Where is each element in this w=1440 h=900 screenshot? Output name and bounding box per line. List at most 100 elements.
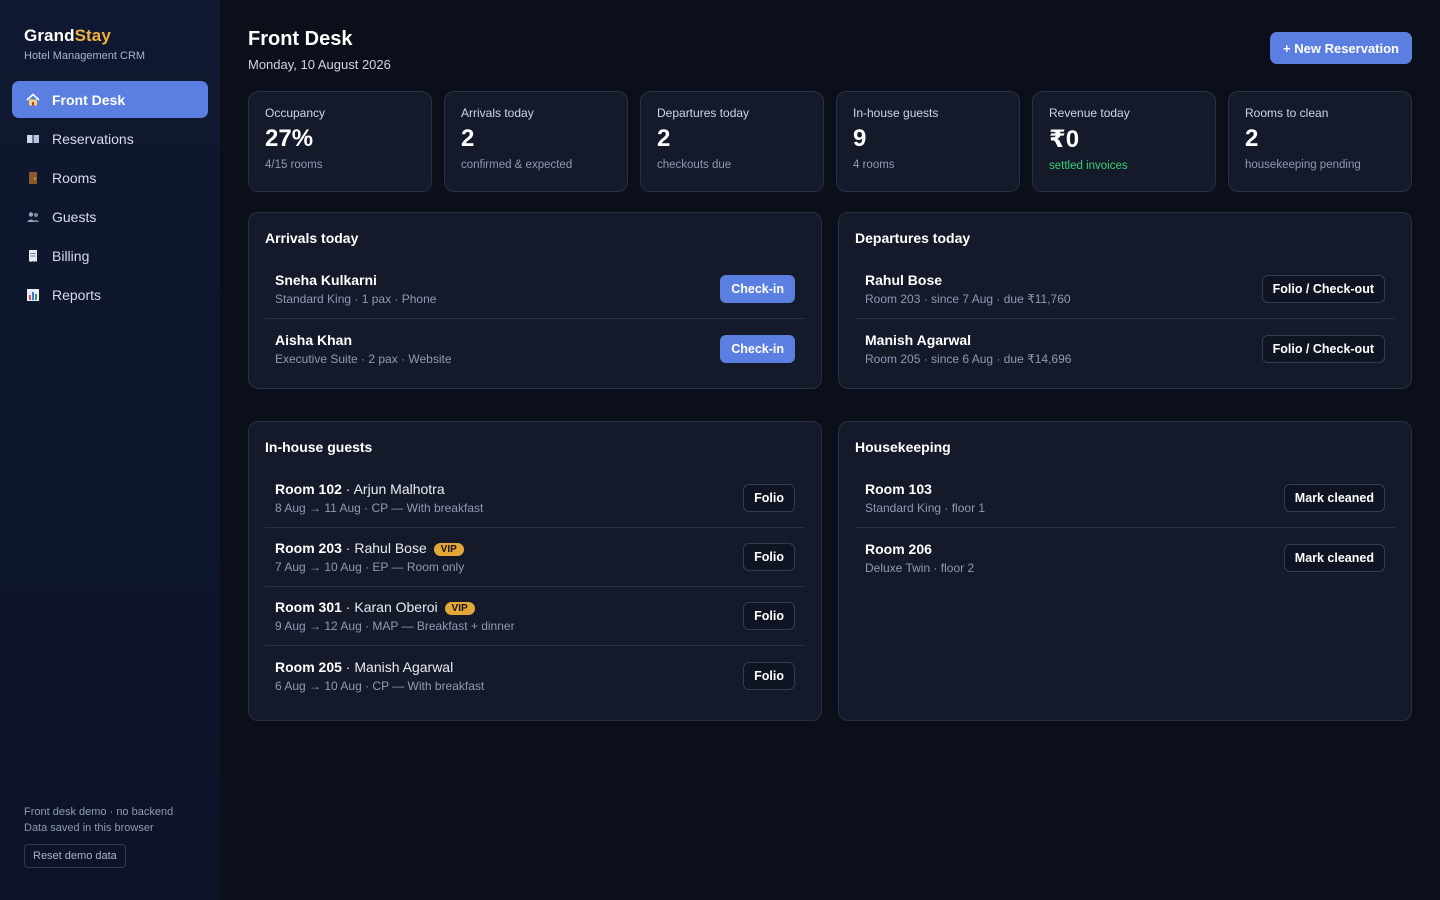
vip-badge: VIP [433,543,464,556]
sidebar-item-label: Reservations [52,130,134,147]
panels-bottom: In-house guests Room 102 · Arjun Malhotr… [248,421,1412,721]
inhouse-panel: In-house guests Room 102 · Arjun Malhotr… [248,421,822,721]
brand-subtitle: Hotel Management CRM [24,50,146,62]
departures-panel: Departures today Rahul Bose Room 203 · s… [838,212,1412,389]
housekeeping-panel: Housekeeping Room 103 Standard King · fl… [838,421,1412,721]
panels-top: Arrivals today Sneha Kulkarni Standard K… [248,212,1412,389]
brand-name: GrandStay [24,26,196,46]
stat-sub: settled invoices [1049,160,1128,172]
guest-name: Manish Agarwal [865,331,972,348]
list-item: Room 203 · Rahul Bose VIP 7 Aug → 10 Aug… [265,528,805,587]
sidebar: GrandStay Hotel Management CRM Front Des… [0,0,220,900]
new-reservation-button[interactable]: + New Reservation [1270,32,1412,64]
separator: · [341,658,355,675]
separator: · [341,481,354,497]
stat-label: Arrivals today [461,106,534,120]
arrival-detail: Executive Suite · 2 pax · Website [275,351,452,366]
stat-card-inhouse: In-house guests 9 4 rooms [836,91,1020,192]
arrival-detail: Standard King · 1 pax · Phone [275,292,437,306]
guest-name: Aisha Khan [275,331,353,348]
sidebar-item-guests[interactable]: Guests [12,198,208,235]
guest-name: Manish Agarwal [354,658,454,675]
folio-button[interactable]: Folio [743,602,795,630]
stay-detail: 7 Aug → 10 Aug · EP — Room only [275,560,465,574]
room-detail: Standard King · floor 1 [865,501,986,515]
stat-value: 9 [853,125,867,152]
departure-detail: Room 203 · since 7 Aug · due ₹11,760 [865,292,1071,306]
separator: · [341,540,355,556]
bar-chart-icon [26,288,40,302]
vip-badge: VIP [444,602,475,615]
stat-value: 27% [265,125,314,152]
panel-title: Housekeeping [855,439,951,455]
stat-sub: housekeeping pending [1245,159,1361,171]
list-item: Room 206 Deluxe Twin · floor 2 Mark clea… [855,528,1395,587]
room-number: Room 301 [275,599,342,615]
stat-label: Departures today [657,106,750,120]
list-item: Rahul Bose Room 203 · since 7 Aug · due … [855,260,1395,319]
stat-sub: 4/15 rooms [265,159,323,171]
room-number: Room 205 [275,658,342,675]
guest-name: Arjun Malhotra [353,481,445,497]
sidebar-item-billing[interactable]: Billing [12,237,208,274]
stat-card-revenue: Revenue today ₹0 settled invoices [1032,91,1216,192]
panel-title: Departures today [855,230,971,246]
mark-cleaned-button[interactable]: Mark cleaned [1283,543,1385,572]
folio-button[interactable]: Folio [743,661,795,690]
footer-note: Front desk demo · no backend [24,806,174,818]
departure-detail: Room 205 · since 6 Aug · due ₹14,696 [865,351,1072,366]
list-item: Sneha Kulkarni Standard King · 1 pax · P… [265,260,805,319]
folio-checkout-button[interactable]: Folio / Check-out [1261,334,1385,363]
room-number: Room 103 [865,481,932,497]
sidebar-item-label: Reports [52,286,102,303]
sidebar-item-front-desk[interactable]: Front Desk [12,81,208,118]
sidebar-item-label: Guests [52,208,97,225]
stats-row: Occupancy 27% 4/15 rooms Arrivals today … [248,91,1412,192]
check-in-button[interactable]: Check-in [720,275,795,303]
stat-card-departures: Departures today 2 checkouts due [640,91,824,192]
list-item: Room 103 Standard King · floor 1 Mark cl… [855,469,1395,528]
stay-detail: 9 Aug → 12 Aug · MAP — Breakfast + dinne… [275,619,515,633]
brand: GrandStay Hotel Management CRM [12,26,208,62]
sidebar-footer: Front desk demo · no backend Data saved … [24,804,173,868]
stat-label: Revenue today [1049,106,1130,120]
list-item: Aisha Khan Executive Suite · 2 pax · Web… [265,319,805,378]
stat-value: 2 [657,125,671,152]
mark-cleaned-button[interactable]: Mark cleaned [1283,484,1385,512]
sidebar-item-reservations[interactable]: Reservations [12,120,208,157]
room-number: Room 102 [275,481,342,497]
stay-detail: 6 Aug → 10 Aug · CP — With breakfast [275,678,485,693]
stat-label: Occupancy [265,106,326,120]
separator: · [341,599,355,615]
sidebar-item-rooms[interactable]: Rooms [12,159,208,196]
check-in-button[interactable]: Check-in [720,334,795,363]
receipt-icon [26,249,40,263]
brand-name-part1: Grand [24,26,75,45]
stat-value: 2 [1245,125,1259,152]
folio-button[interactable]: Folio [743,484,795,512]
stat-label: In-house guests [853,106,939,120]
sidebar-item-label: Billing [52,247,90,264]
reset-demo-button[interactable]: Reset demo data [24,844,126,868]
book-icon [26,132,40,146]
guest-name: Rahul Bose [354,540,427,556]
room-number: Room 206 [865,540,932,557]
sidebar-item-label: Rooms [52,169,97,186]
guest-name: Sneha Kulkarni [275,272,377,288]
stat-sub: confirmed & expected [461,159,573,171]
stat-card-arrivals: Arrivals today 2 confirmed & expected [444,91,628,192]
list-item: Room 102 · Arjun Malhotra 8 Aug → 11 Aug… [265,469,805,528]
folio-button[interactable]: Folio [743,543,795,571]
room-number: Room 203 [275,540,342,556]
sidebar-item-label: Front Desk [52,91,126,108]
sidebar-item-reports[interactable]: Reports [12,276,208,313]
guest-name: Rahul Bose [865,272,943,288]
guest-name: Karan Oberoi [354,599,438,615]
list-item: Manish Agarwal Room 205 · since 6 Aug · … [855,319,1395,378]
main-content: Front Desk Monday, 10 August 2026 + New … [220,0,1440,900]
stat-sub: 4 rooms [853,159,895,171]
door-icon [26,171,40,185]
home-icon [26,92,40,107]
folio-checkout-button[interactable]: Folio / Check-out [1261,275,1385,303]
page-title: Front Desk [248,28,353,50]
